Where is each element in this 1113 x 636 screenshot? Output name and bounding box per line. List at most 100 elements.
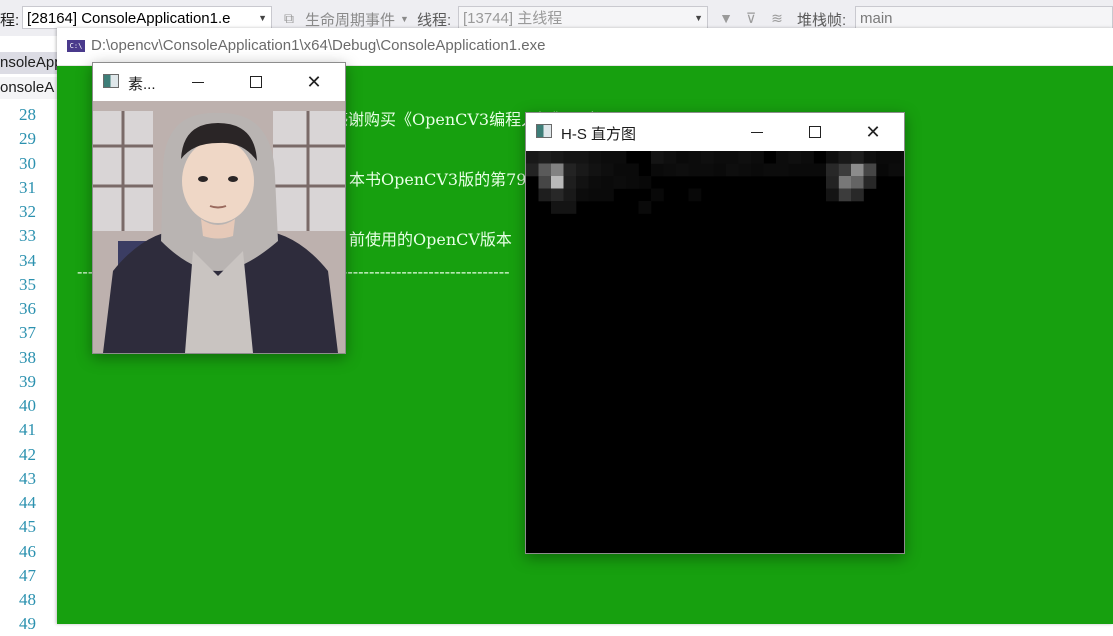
histogram-bin (838, 176, 852, 189)
histogram-canvas (526, 151, 904, 553)
histogram-bin (601, 163, 614, 177)
histogram-bin (701, 151, 714, 164)
histogram-bin (876, 151, 889, 164)
histogram-bin (663, 163, 677, 177)
histogram-bin (588, 163, 602, 177)
lifecycle-icon[interactable]: ⧉ (281, 10, 297, 26)
histogram-bin (751, 151, 764, 164)
line-number: 36 (19, 299, 36, 318)
histogram-bin (588, 188, 602, 202)
histogram-bin (776, 151, 789, 164)
histogram-bin (651, 163, 664, 177)
chevron-down-icon: ▼ (258, 13, 267, 23)
histogram-bin (826, 188, 839, 202)
histogram-bin (563, 188, 577, 202)
minimize-button[interactable] (169, 63, 227, 101)
histogram-bin (551, 188, 564, 202)
histogram-bin (838, 151, 852, 164)
histogram-bin (651, 188, 664, 202)
thread-value: [13744] 主线程 (463, 10, 563, 27)
histogram-bin (563, 151, 577, 164)
histogram-bin (738, 163, 752, 177)
histogram-bin (563, 176, 577, 189)
line-number: 44 (19, 493, 36, 512)
filter-clear-icon[interactable]: ⊽ (743, 10, 759, 26)
process-label: 程: (0, 12, 20, 29)
histogram-bin (688, 151, 702, 164)
histogram-bin (851, 188, 864, 202)
histogram-bin (863, 151, 877, 164)
histogram-bin (776, 163, 789, 177)
close-button[interactable]: ✕ (285, 63, 343, 101)
histogram-bin (863, 176, 877, 189)
source-image (93, 101, 345, 353)
hs-histogram-window[interactable]: H-S 直方图 ✕ (525, 112, 905, 554)
histogram-bin (538, 176, 552, 189)
histogram-bin (538, 163, 552, 177)
line-number: 28 (19, 105, 36, 124)
console-output-line: 前使用的OpenCV版本 (349, 230, 512, 249)
histogram-window-titlebar[interactable]: H-S 直方图 ✕ (526, 113, 904, 151)
chevron-down-icon: ▼ (400, 14, 409, 24)
line-number: 31 (19, 177, 36, 197)
histogram-bin (576, 176, 589, 189)
line-number: 47 (19, 565, 36, 585)
maximize-button[interactable] (227, 63, 285, 101)
histogram-bin (863, 163, 877, 177)
histogram-bin (901, 163, 904, 177)
process-select[interactable]: [28164] ConsoleApplication1.e ▼ (22, 6, 272, 29)
histogram-bin (888, 151, 902, 164)
close-button[interactable]: ✕ (844, 113, 902, 151)
histogram-bin (838, 163, 852, 177)
line-number: 40 (19, 396, 36, 415)
histogram-bin (638, 201, 652, 214)
line-number: 43 (19, 468, 36, 488)
histogram-bin (838, 188, 852, 202)
thread-select[interactable]: [13744] 主线程 ▼ (458, 6, 708, 29)
histogram-bin (751, 163, 764, 177)
histogram-bin (626, 176, 639, 189)
histogram-bin (526, 163, 539, 177)
line-number: 41 (19, 420, 36, 440)
histogram-bin (763, 163, 777, 177)
histogram-bin (701, 163, 714, 177)
histogram-bin (576, 151, 589, 164)
code-editor: nsoleApp onsoleA 28 29 30 31 32 33 34 35 36 37 38 3… (0, 36, 57, 633)
line-number: 33 (19, 226, 36, 246)
histogram-bin (676, 163, 689, 177)
window-app-icon (103, 74, 119, 88)
filter-icon[interactable]: ▼ (718, 10, 734, 26)
line-number: 48 (19, 590, 36, 609)
document-tab[interactable]: onsoleA (0, 77, 57, 99)
histogram-bin (551, 163, 564, 177)
document-tab[interactable]: nsoleApp (0, 52, 57, 74)
maximize-button[interactable] (786, 113, 844, 151)
source-window-titlebar[interactable]: 素... ✕ (93, 63, 345, 101)
line-number: 34 (19, 250, 36, 270)
lifecycle-events-button[interactable]: 生命周期事件 (305, 9, 395, 30)
histogram-bin (601, 188, 614, 202)
stack-frame-value: main (860, 10, 893, 27)
console-titlebar[interactable]: C:\ D:\opencv\ConsoleApplication1\x64\De… (57, 28, 1113, 66)
console-title: D:\opencv\ConsoleApplication1\x64\Debug\… (91, 37, 546, 54)
process-value: [28164] ConsoleApplication1.e (27, 10, 231, 27)
line-number: 37 (19, 323, 36, 343)
line-number: 39 (19, 371, 36, 391)
minimize-button[interactable] (728, 113, 786, 151)
line-number: 30 (19, 153, 36, 173)
flag-threads-icon[interactable]: ≋ (769, 10, 785, 26)
histogram-bin (851, 151, 864, 164)
line-number: 35 (19, 274, 36, 294)
source-image-window[interactable]: 素... ✕ (92, 62, 346, 354)
histogram-bin (563, 201, 577, 214)
line-number: 32 (19, 202, 36, 221)
histogram-bin (713, 163, 727, 177)
histogram-image (526, 151, 904, 214)
histogram-bin (826, 163, 839, 177)
stack-frame-select[interactable]: main (855, 6, 1113, 29)
line-number: 49 (19, 614, 36, 634)
histogram-bin (551, 176, 564, 189)
histogram-bin (626, 163, 639, 177)
histogram-bin (788, 163, 802, 177)
histogram-bin (563, 163, 577, 177)
